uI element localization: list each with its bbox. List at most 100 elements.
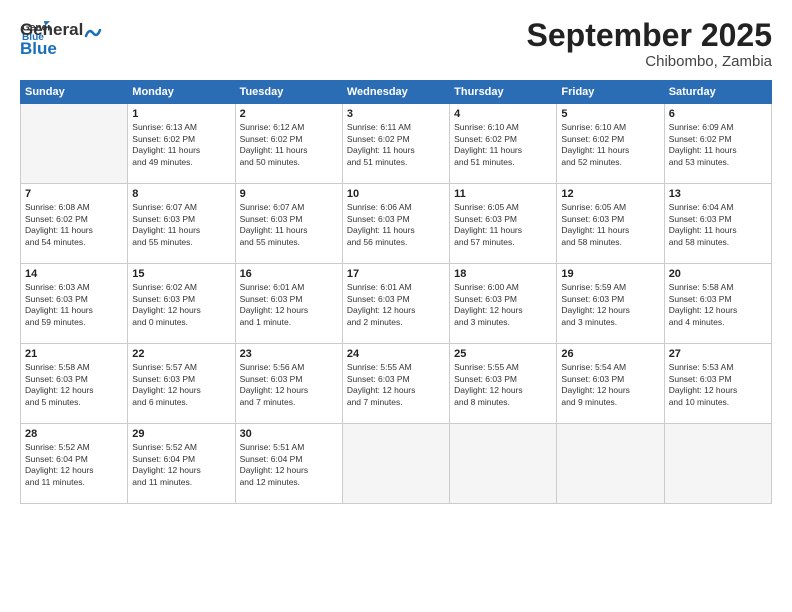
calendar-cell: 1 Sunrise: 6:13 AMSunset: 6:02 PMDaylight… bbox=[128, 104, 235, 184]
calendar-cell bbox=[664, 424, 771, 504]
calendar-cell: 28 Sunrise: 5:52 AMSunset: 6:04 PMDayligh… bbox=[21, 424, 128, 504]
day-info: Sunrise: 5:52 AMSunset: 6:04 PMDaylight:… bbox=[25, 442, 123, 488]
calendar-body: 1 Sunrise: 6:13 AMSunset: 6:02 PMDaylight… bbox=[21, 104, 772, 504]
column-header-monday: Monday bbox=[128, 81, 235, 104]
calendar-cell: 23Sunrise: 5:56 AMSunset: 6:03 PMDayligh… bbox=[235, 344, 342, 424]
day-info: Sunrise: 5:55 AMSunset: 6:03 PMDaylight:… bbox=[454, 362, 552, 408]
day-number: 19 bbox=[561, 268, 659, 280]
logo-line2: Blue bbox=[20, 40, 83, 59]
day-number: 30 bbox=[240, 428, 338, 440]
day-number: 15 bbox=[132, 268, 230, 280]
day-info: Sunrise: 6:10 AMSunset: 6:02 PMDaylight:… bbox=[561, 122, 659, 168]
day-info: Sunrise: 5:58 AMSunset: 6:03 PMDaylight:… bbox=[25, 362, 123, 408]
day-info: Sunrise: 6:05 AMSunset: 6:03 PMDaylight:… bbox=[454, 202, 552, 248]
calendar-header-row: SundayMondayTuesdayWednesdayThursdayFrid… bbox=[21, 81, 772, 104]
day-info: Sunrise: 6:08 AMSunset: 6:02 PMDaylight:… bbox=[25, 202, 123, 248]
column-header-wednesday: Wednesday bbox=[342, 81, 449, 104]
calendar-cell: 15 Sunrise: 6:02 AMSunset: 6:03 PMDayligh… bbox=[128, 264, 235, 344]
page-header: General Blue General Blue September 2025… bbox=[20, 18, 772, 70]
day-number: 2 bbox=[240, 108, 338, 120]
day-number: 25 bbox=[454, 348, 552, 360]
day-number: 7 bbox=[25, 188, 123, 200]
calendar-cell bbox=[21, 104, 128, 184]
logo-line1: General bbox=[20, 21, 83, 40]
day-info: Sunrise: 6:02 AMSunset: 6:03 PMDaylight:… bbox=[132, 282, 230, 328]
day-info: Sunrise: 6:04 AMSunset: 6:03 PMDaylight:… bbox=[669, 202, 767, 248]
day-number: 18 bbox=[454, 268, 552, 280]
calendar-cell: 6Sunrise: 6:09 AMSunset: 6:02 PMDaylight… bbox=[664, 104, 771, 184]
day-info: Sunrise: 5:57 AMSunset: 6:03 PMDaylight:… bbox=[132, 362, 230, 408]
day-number: 11 bbox=[454, 188, 552, 200]
calendar-cell: 26Sunrise: 5:54 AMSunset: 6:03 PMDayligh… bbox=[557, 344, 664, 424]
day-number: 5 bbox=[561, 108, 659, 120]
calendar-cell: 30 Sunrise: 5:51 AMSunset: 6:04 PMDayligh… bbox=[235, 424, 342, 504]
day-number: 26 bbox=[561, 348, 659, 360]
month-title: September 2025 bbox=[527, 18, 772, 53]
column-header-tuesday: Tuesday bbox=[235, 81, 342, 104]
day-info: Sunrise: 6:05 AMSunset: 6:03 PMDaylight:… bbox=[561, 202, 659, 248]
calendar-table: SundayMondayTuesdayWednesdayThursdayFrid… bbox=[20, 80, 772, 504]
day-number: 3 bbox=[347, 108, 445, 120]
day-number: 14 bbox=[25, 268, 123, 280]
day-info: Sunrise: 5:52 AMSunset: 6:04 PMDaylight:… bbox=[132, 442, 230, 488]
day-info: Sunrise: 6:01 AMSunset: 6:03 PMDaylight:… bbox=[240, 282, 338, 328]
day-number: 10 bbox=[347, 188, 445, 200]
day-info: Sunrise: 6:09 AMSunset: 6:02 PMDaylight:… bbox=[669, 122, 767, 168]
calendar-cell: 12 Sunrise: 6:05 AMSunset: 6:03 PMDayligh… bbox=[557, 184, 664, 264]
calendar-week-row: 1 Sunrise: 6:13 AMSunset: 6:02 PMDaylight… bbox=[21, 104, 772, 184]
day-number: 9 bbox=[240, 188, 338, 200]
calendar-cell: 19Sunrise: 5:59 AMSunset: 6:03 PMDayligh… bbox=[557, 264, 664, 344]
calendar-cell: 13 Sunrise: 6:04 AMSunset: 6:03 PMDayligh… bbox=[664, 184, 771, 264]
column-header-sunday: Sunday bbox=[21, 81, 128, 104]
calendar-cell: 3Sunrise: 6:11 AMSunset: 6:02 PMDaylight… bbox=[342, 104, 449, 184]
day-number: 24 bbox=[347, 348, 445, 360]
calendar-cell: 17 Sunrise: 6:01 AMSunset: 6:03 PMDayligh… bbox=[342, 264, 449, 344]
calendar-week-row: 21 Sunrise: 5:58 AMSunset: 6:03 PMDayligh… bbox=[21, 344, 772, 424]
calendar-cell: 9Sunrise: 6:07 AMSunset: 6:03 PMDaylight… bbox=[235, 184, 342, 264]
calendar-cell: 22Sunrise: 5:57 AMSunset: 6:03 PMDayligh… bbox=[128, 344, 235, 424]
day-info: Sunrise: 5:53 AMSunset: 6:03 PMDaylight:… bbox=[669, 362, 767, 408]
day-number: 21 bbox=[25, 348, 123, 360]
calendar-cell: 29 Sunrise: 5:52 AMSunset: 6:04 PMDayligh… bbox=[128, 424, 235, 504]
day-number: 29 bbox=[132, 428, 230, 440]
calendar-cell: 24 Sunrise: 5:55 AMSunset: 6:03 PMDayligh… bbox=[342, 344, 449, 424]
day-number: 12 bbox=[561, 188, 659, 200]
calendar-cell bbox=[557, 424, 664, 504]
calendar-cell: 16 Sunrise: 6:01 AMSunset: 6:03 PMDayligh… bbox=[235, 264, 342, 344]
column-header-friday: Friday bbox=[557, 81, 664, 104]
calendar-cell: 18 Sunrise: 6:00 AMSunset: 6:03 PMDayligh… bbox=[450, 264, 557, 344]
day-number: 17 bbox=[347, 268, 445, 280]
calendar-cell: 11 Sunrise: 6:05 AMSunset: 6:03 PMDayligh… bbox=[450, 184, 557, 264]
day-info: Sunrise: 6:13 AMSunset: 6:02 PMDaylight:… bbox=[132, 122, 230, 168]
logo: General Blue General Blue bbox=[20, 18, 102, 58]
calendar-cell bbox=[450, 424, 557, 504]
calendar-week-row: 7 Sunrise: 6:08 AMSunset: 6:02 PMDaylight… bbox=[21, 184, 772, 264]
day-number: 23 bbox=[240, 348, 338, 360]
day-info: Sunrise: 5:51 AMSunset: 6:04 PMDaylight:… bbox=[240, 442, 338, 488]
column-header-saturday: Saturday bbox=[664, 81, 771, 104]
day-info: Sunrise: 6:07 AMSunset: 6:03 PMDaylight:… bbox=[132, 202, 230, 248]
calendar-cell: 14 Sunrise: 6:03 AMSunset: 6:03 PMDayligh… bbox=[21, 264, 128, 344]
day-number: 27 bbox=[669, 348, 767, 360]
day-info: Sunrise: 5:55 AMSunset: 6:03 PMDaylight:… bbox=[347, 362, 445, 408]
location: Chibombo, Zambia bbox=[527, 53, 772, 70]
day-number: 20 bbox=[669, 268, 767, 280]
day-number: 28 bbox=[25, 428, 123, 440]
day-number: 4 bbox=[454, 108, 552, 120]
calendar-cell: 7 Sunrise: 6:08 AMSunset: 6:02 PMDaylight… bbox=[21, 184, 128, 264]
calendar-cell: 20 Sunrise: 5:58 AMSunset: 6:03 PMDayligh… bbox=[664, 264, 771, 344]
calendar-week-row: 28 Sunrise: 5:52 AMSunset: 6:04 PMDayligh… bbox=[21, 424, 772, 504]
day-info: Sunrise: 6:03 AMSunset: 6:03 PMDaylight:… bbox=[25, 282, 123, 328]
day-info: Sunrise: 6:00 AMSunset: 6:03 PMDaylight:… bbox=[454, 282, 552, 328]
day-info: Sunrise: 6:01 AMSunset: 6:03 PMDaylight:… bbox=[347, 282, 445, 328]
calendar-cell: 10Sunrise: 6:06 AMSunset: 6:03 PMDayligh… bbox=[342, 184, 449, 264]
calendar-cell: 4Sunrise: 6:10 AMSunset: 6:02 PMDaylight… bbox=[450, 104, 557, 184]
day-info: Sunrise: 6:12 AMSunset: 6:02 PMDaylight:… bbox=[240, 122, 338, 168]
column-header-thursday: Thursday bbox=[450, 81, 557, 104]
calendar-cell bbox=[342, 424, 449, 504]
day-number: 1 bbox=[132, 108, 230, 120]
day-number: 16 bbox=[240, 268, 338, 280]
day-info: Sunrise: 5:58 AMSunset: 6:03 PMDaylight:… bbox=[669, 282, 767, 328]
calendar-cell: 27 Sunrise: 5:53 AMSunset: 6:03 PMDayligh… bbox=[664, 344, 771, 424]
day-number: 13 bbox=[669, 188, 767, 200]
